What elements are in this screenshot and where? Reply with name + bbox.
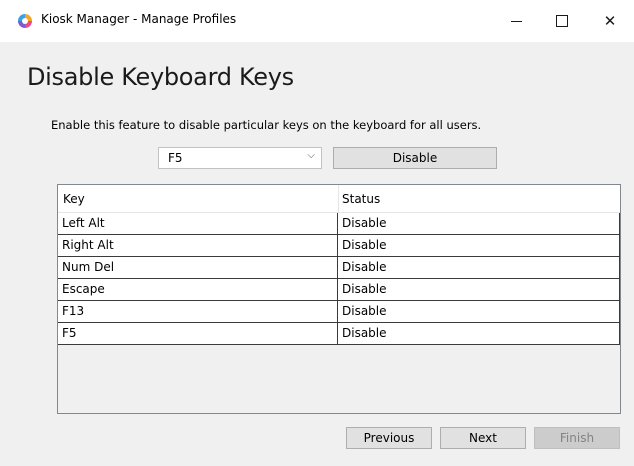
key-cell: F13 <box>58 301 338 322</box>
column-header-key[interactable]: Key <box>63 192 85 206</box>
table-row[interactable]: F13 Disable <box>58 301 620 323</box>
key-cell: Num Del <box>58 257 338 278</box>
key-cell-text: Num Del <box>62 260 115 274</box>
table-header: Key Status <box>58 185 620 213</box>
maximize-button[interactable] <box>540 0 584 42</box>
disabled-keys-table[interactable]: Key Status Left Alt Disable Right Alt Di… <box>57 184 621 414</box>
maximize-icon <box>556 15 568 27</box>
table-row[interactable]: Escape Disable <box>58 279 620 301</box>
previous-button-label: Previous <box>363 431 415 445</box>
close-icon: ✕ <box>603 12 617 30</box>
table-row[interactable]: Right Alt Disable <box>58 235 620 257</box>
status-cell-text: Disable <box>342 282 387 296</box>
kiosk-manager-window: Kiosk Manager - Manage Profiles ✕ Disabl… <box>0 0 634 466</box>
status-cell: Disable <box>338 301 619 322</box>
key-cell-text: F13 <box>62 304 85 318</box>
close-button[interactable]: ✕ <box>588 0 632 42</box>
status-cell-text: Disable <box>342 304 387 318</box>
status-cell-text: Disable <box>342 326 387 340</box>
status-cell: Disable <box>338 257 619 278</box>
key-cell-text: Escape <box>62 282 105 296</box>
key-cell-text: Right Alt <box>62 238 114 252</box>
key-cell-text: Left Alt <box>62 216 105 230</box>
page-description: Enable this feature to disable particula… <box>51 118 482 132</box>
previous-button[interactable]: Previous <box>346 427 432 449</box>
status-cell: Disable <box>338 213 619 234</box>
title-bar[interactable]: Kiosk Manager - Manage Profiles ✕ <box>0 0 634 42</box>
disable-key-button[interactable]: Disable <box>333 147 497 169</box>
key-cell: Escape <box>58 279 338 300</box>
key-cell: F5 <box>58 323 338 344</box>
column-header-status[interactable]: Status <box>342 192 380 206</box>
status-cell-text: Disable <box>342 260 387 274</box>
kiosk-app-icon <box>18 14 32 28</box>
finish-button: Finish <box>534 427 620 449</box>
table-row[interactable]: F5 Disable <box>58 323 620 345</box>
key-select-value: F5 <box>168 151 183 165</box>
minimize-button[interactable] <box>494 0 538 42</box>
finish-button-label: Finish <box>559 431 595 445</box>
next-button[interactable]: Next <box>440 427 526 449</box>
key-cell: Left Alt <box>58 213 338 234</box>
disable-key-button-label: Disable <box>392 151 438 165</box>
key-cell-text: F5 <box>62 326 77 340</box>
minimize-icon <box>510 20 522 22</box>
page-title: Disable Keyboard Keys <box>27 63 294 91</box>
table-row[interactable]: Left Alt Disable <box>58 213 620 235</box>
status-cell: Disable <box>338 235 619 256</box>
status-cell-text: Disable <box>342 238 387 252</box>
key-select-dropdown[interactable]: F5 ⌵ <box>158 147 322 169</box>
status-cell: Disable <box>338 279 619 300</box>
chevron-down-icon: ⌵ <box>307 150 315 161</box>
status-cell: Disable <box>338 323 619 344</box>
table-row[interactable]: Num Del Disable <box>58 257 620 279</box>
status-cell-text: Disable <box>342 216 387 230</box>
next-button-label: Next <box>469 431 497 445</box>
column-divider <box>338 185 339 212</box>
key-cell: Right Alt <box>58 235 338 256</box>
window-title: Kiosk Manager - Manage Profiles <box>41 12 237 26</box>
